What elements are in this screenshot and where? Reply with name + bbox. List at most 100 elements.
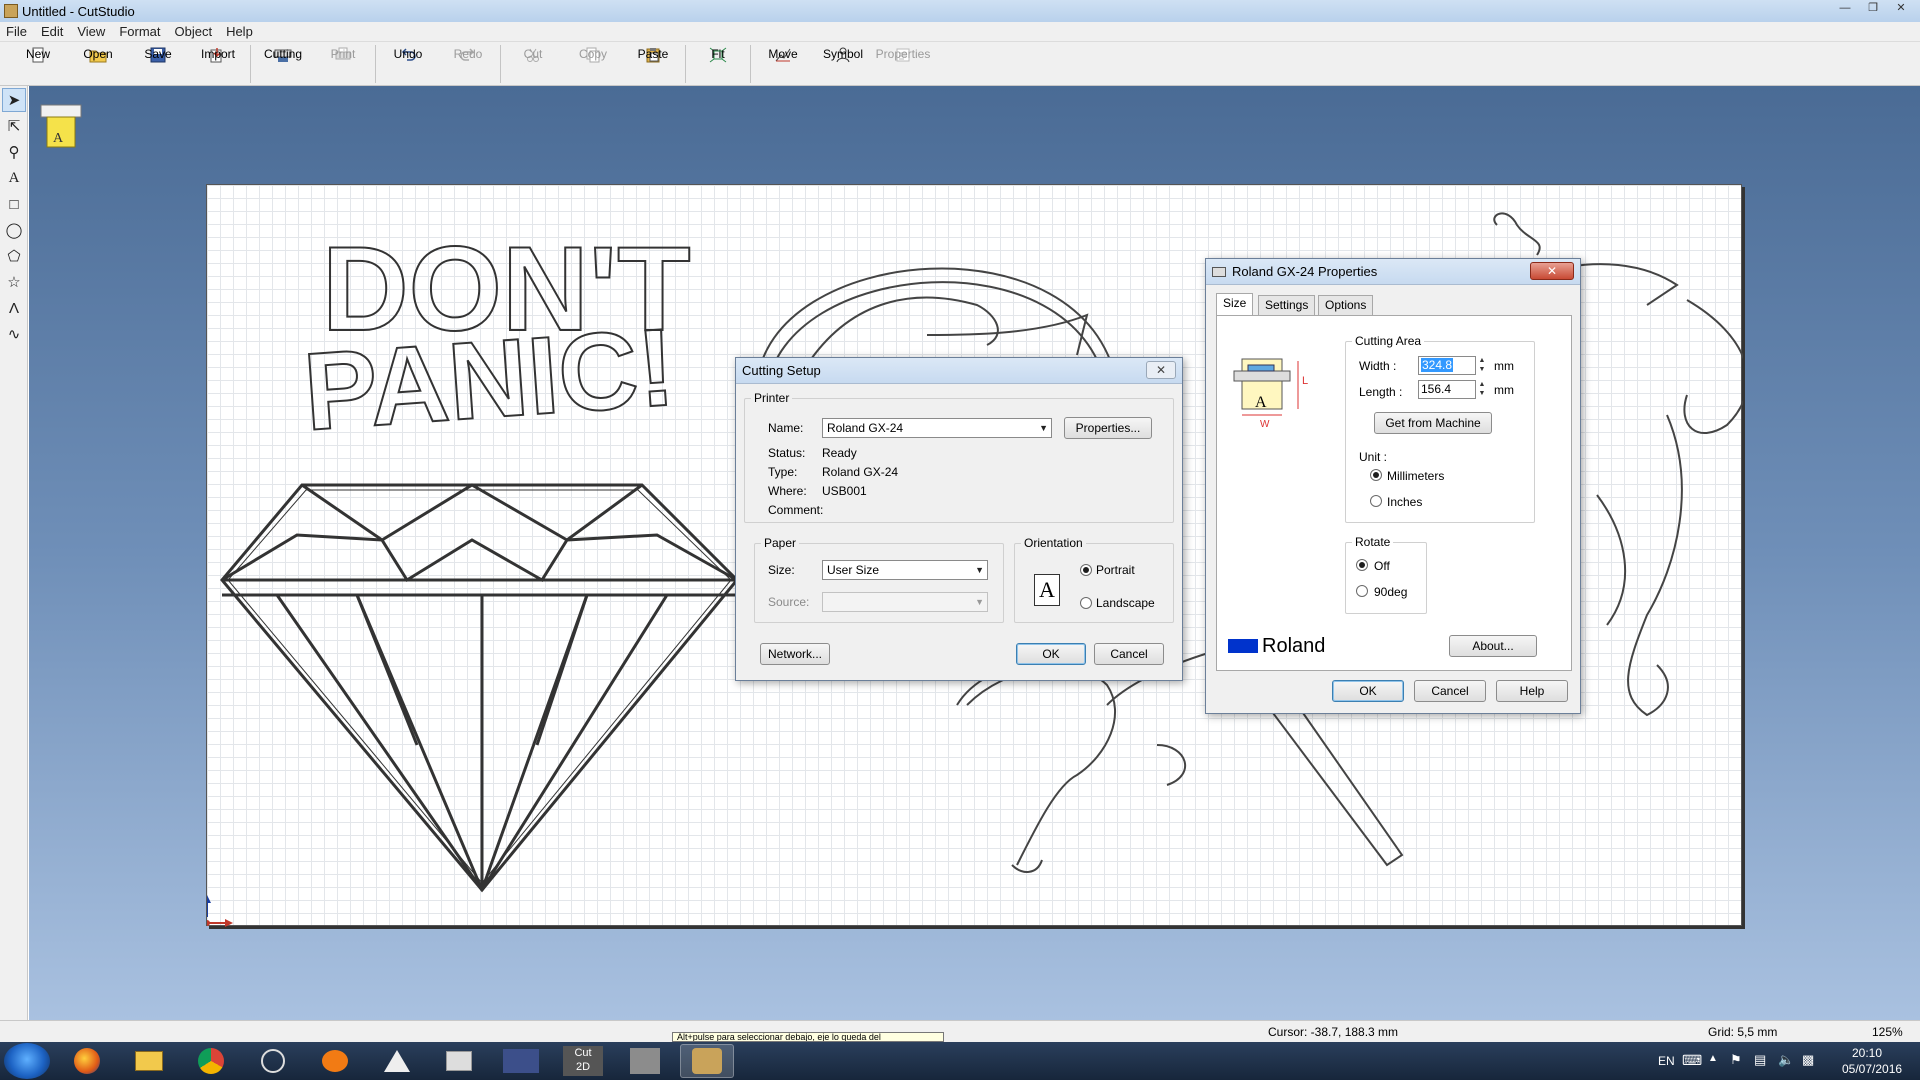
paper-size-select[interactable]: User Size ▼	[822, 560, 988, 580]
printer-name-select[interactable]: Roland GX-24 ▼	[822, 418, 1052, 438]
tools-taskbar-icon[interactable]	[246, 1044, 300, 1078]
zoom-magnifier-icon[interactable]: ⚲	[2, 140, 26, 164]
rotate-off-radio[interactable]	[1356, 559, 1368, 571]
paper-source-select[interactable]: ▼	[822, 592, 988, 612]
select-arrow-icon[interactable]: ➤	[2, 88, 26, 112]
menu-edit[interactable]: Edit	[41, 24, 63, 39]
roland-properties-dialog: Roland GX-24 Properties ✕ Size Settings …	[1205, 258, 1581, 714]
cancel-button[interactable]: Cancel	[1414, 680, 1486, 702]
save-button[interactable]: Save	[128, 43, 188, 85]
cutstudio-taskbar-icon[interactable]	[680, 1044, 734, 1078]
display-icon[interactable]: ▩	[1802, 1052, 1814, 1080]
cut-button[interactable]: Cut	[503, 43, 563, 85]
cutter-app-taskbar-icon[interactable]	[432, 1044, 486, 1078]
new-button[interactable]: New	[8, 43, 68, 85]
help-button[interactable]: Help	[1496, 680, 1568, 702]
length-spinner[interactable]: ▲ ▼	[1476, 380, 1488, 399]
network-button[interactable]: Network...	[760, 643, 830, 665]
text-tool-icon[interactable]: A	[2, 166, 26, 190]
print-button[interactable]: Print	[313, 43, 373, 85]
keyboard-icon[interactable]: ⌨	[1682, 1052, 1702, 1080]
close-icon[interactable]: ✕	[1146, 361, 1176, 379]
tray-expand-icon[interactable]: ▲	[1708, 1053, 1718, 1080]
tab-options[interactable]: Options	[1318, 295, 1374, 315]
ok-button[interactable]: OK	[1016, 643, 1086, 665]
properties-button[interactable]: Properties	[873, 43, 933, 85]
undo-button[interactable]: Undo	[378, 43, 438, 85]
width-value: 324.8	[1421, 358, 1454, 372]
ellipse-tool-icon[interactable]: ◯	[2, 218, 26, 242]
printer-properties-button[interactable]: Properties...	[1064, 417, 1152, 439]
cutting-button[interactable]: Cutting	[253, 43, 313, 85]
minimize-button[interactable]: —	[1832, 1, 1858, 17]
import-label: Import	[200, 47, 235, 61]
import-button[interactable]: Import	[188, 43, 248, 85]
polyline-tool-icon[interactable]: Λ	[2, 296, 26, 320]
flag-icon[interactable]: ⚑	[1730, 1052, 1742, 1080]
portrait-radio[interactable]	[1080, 564, 1092, 576]
start-button[interactable]	[4, 1043, 50, 1079]
explorer-taskbar-icon[interactable]	[122, 1044, 176, 1078]
cutting-setup-dialog: Cutting Setup ✕ Printer Name: Roland GX-…	[735, 357, 1183, 681]
fit-button[interactable]: Fit	[688, 43, 748, 85]
where-value: USB001	[822, 484, 867, 498]
close-window-button[interactable]: ✕	[1888, 1, 1914, 17]
volume-muted-icon[interactable]: 🔈	[1778, 1052, 1794, 1080]
menu-file[interactable]: File	[6, 24, 27, 39]
dialog-titlebar: Cutting Setup	[736, 358, 1182, 384]
menu-view[interactable]: View	[77, 24, 105, 39]
inches-radio[interactable]	[1370, 495, 1382, 507]
star-tool-icon[interactable]: ☆	[2, 270, 26, 294]
width-input[interactable]: 324.8	[1418, 356, 1476, 375]
firefox-taskbar-icon[interactable]	[60, 1044, 114, 1078]
redo-label: Redo	[453, 47, 483, 61]
cancel-button[interactable]: Cancel	[1094, 643, 1164, 665]
taskbar: Cut 2D EN ⌨ ▲ ⚑ ▤ 🔈 ▩ 20:10 05/07/2016	[0, 1042, 1920, 1080]
size-label: Size:	[768, 563, 795, 577]
cutter-device-icon[interactable]: A	[39, 97, 83, 149]
roland-brand: Roland	[1262, 635, 1326, 657]
origin-arrow-icon	[207, 895, 233, 927]
blender-taskbar-icon[interactable]	[308, 1044, 362, 1078]
symbol-button[interactable]: Symbol	[813, 43, 873, 85]
close-icon[interactable]: ✕	[1530, 262, 1574, 280]
menu-help[interactable]: Help	[226, 24, 253, 39]
maximize-button[interactable]: ❐	[1860, 1, 1886, 17]
tab-size[interactable]: Size	[1216, 293, 1254, 315]
millimeters-radio[interactable]	[1370, 469, 1382, 481]
toolbar-separator	[750, 45, 751, 83]
rotate-90-radio[interactable]	[1356, 585, 1368, 597]
inkscape-taskbar-icon[interactable]	[370, 1044, 424, 1078]
cut2d-taskbar-icon[interactable]: Cut 2D	[556, 1044, 610, 1078]
menu-format[interactable]: Format	[119, 24, 160, 39]
rotate-off-label: Off	[1374, 559, 1390, 573]
pw-taskbar-icon[interactable]	[494, 1044, 548, 1078]
landscape-radio[interactable]	[1080, 597, 1092, 609]
open-button[interactable]: Open	[68, 43, 128, 85]
save-label: Save	[144, 47, 172, 61]
length-input[interactable]: 156.4	[1418, 380, 1476, 399]
curve-tool-icon[interactable]: ∿	[2, 322, 26, 346]
length-label: Length :	[1359, 385, 1403, 399]
fit-label: Fit	[711, 47, 725, 61]
polygon-tool-icon[interactable]: ⬠	[2, 244, 26, 268]
width-unit: mm	[1494, 359, 1514, 373]
chrome-taskbar-icon[interactable]	[184, 1044, 238, 1078]
redo-button[interactable]: Redo	[438, 43, 498, 85]
move-button[interactable]: Move	[753, 43, 813, 85]
edit-points-icon[interactable]: ⇱	[2, 114, 26, 138]
about-button[interactable]: About...	[1449, 635, 1537, 657]
tab-settings[interactable]: Settings	[1258, 295, 1316, 315]
menu-object[interactable]: Object	[174, 24, 212, 39]
language-indicator[interactable]: EN	[1658, 1054, 1675, 1080]
paste-button[interactable]: Paste	[623, 43, 683, 85]
copy-button[interactable]: Copy	[563, 43, 623, 85]
width-spinner[interactable]: ▲ ▼	[1476, 356, 1488, 375]
printer-name-value: Roland GX-24	[827, 421, 904, 435]
network-icon[interactable]: ▤	[1754, 1052, 1766, 1080]
clock-date[interactable]: 05/07/2016	[1842, 1062, 1902, 1080]
rectangle-tool-icon[interactable]: □	[2, 192, 26, 216]
photo-taskbar-icon[interactable]	[618, 1044, 672, 1078]
ok-button[interactable]: OK	[1332, 680, 1404, 702]
get-from-machine-button[interactable]: Get from Machine	[1374, 412, 1492, 434]
